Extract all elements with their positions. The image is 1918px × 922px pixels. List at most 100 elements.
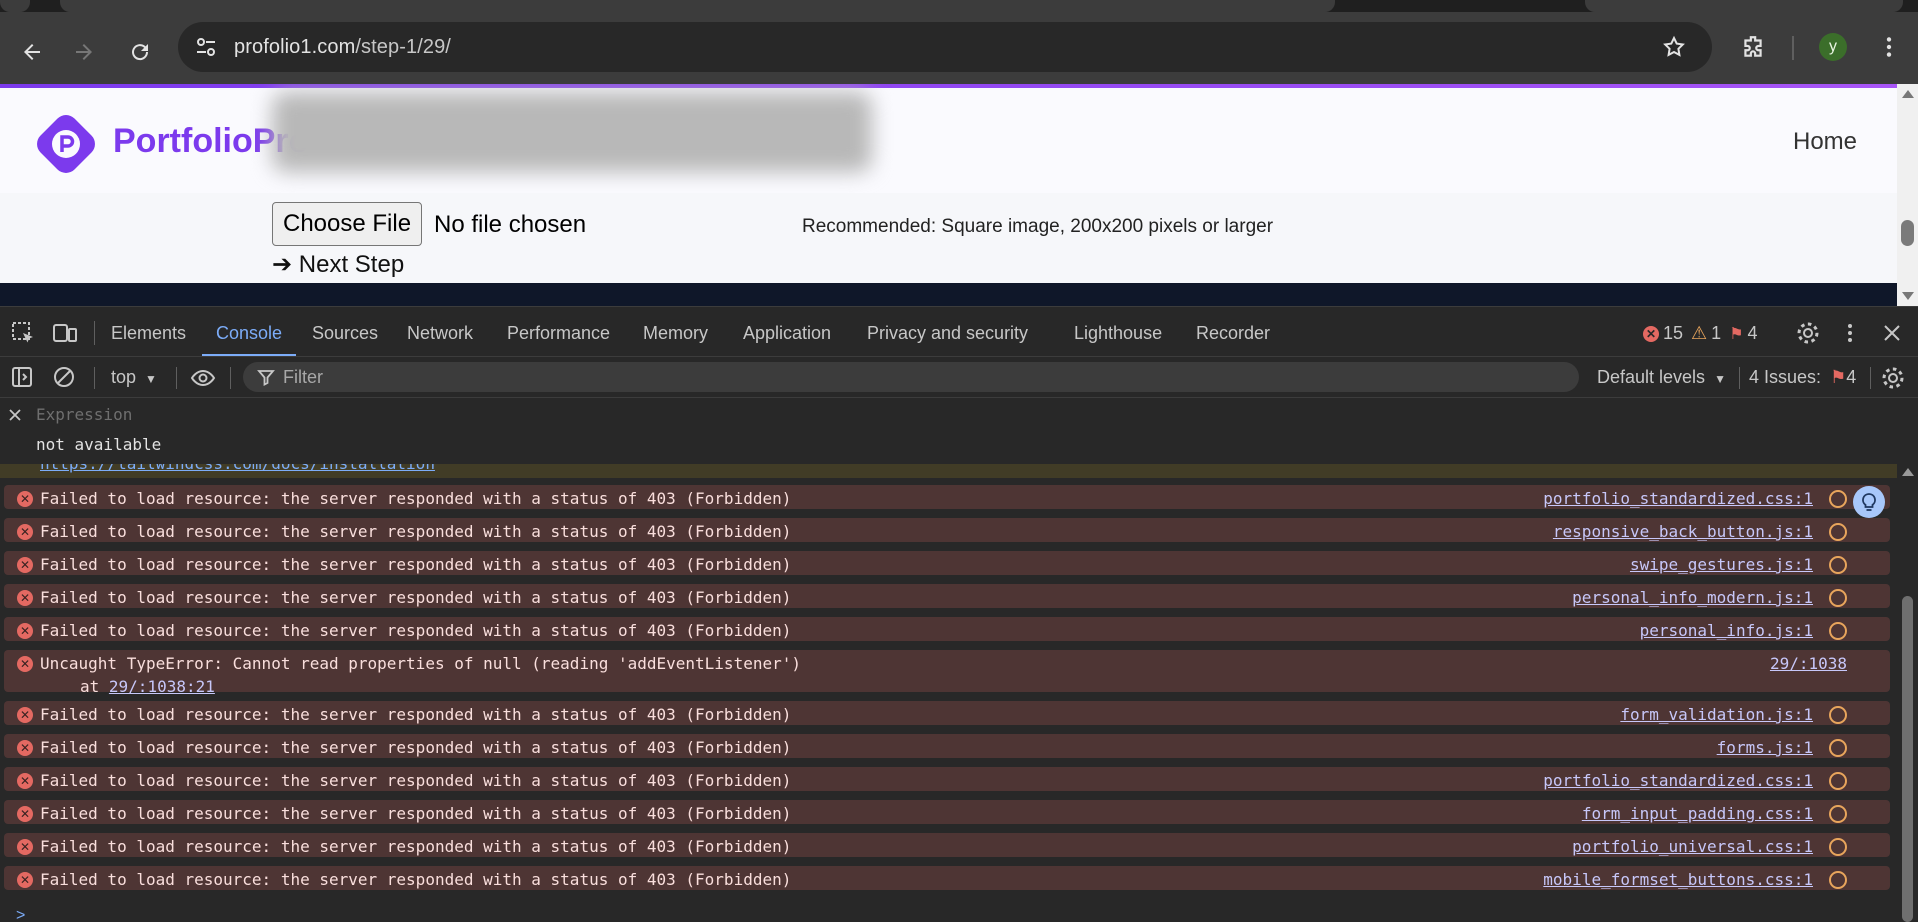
- console-settings-gear-icon[interactable]: [1880, 365, 1906, 391]
- tab-sources[interactable]: Sources: [312, 323, 378, 344]
- network-request-icon[interactable]: [1829, 871, 1847, 889]
- close-icon[interactable]: [1879, 320, 1905, 346]
- more-vert-icon[interactable]: [1876, 34, 1902, 60]
- error-icon: ✕: [17, 839, 33, 855]
- expression-input[interactable]: Expression: [36, 405, 132, 424]
- console-error-row-uncaught[interactable]: ✕ Uncaught TypeError: Cannot read propert…: [4, 650, 1890, 696]
- source-link[interactable]: portfolio_standardized.css:1: [1543, 771, 1813, 790]
- tab-lighthouse[interactable]: Lighthouse: [1074, 323, 1162, 344]
- console-error-row[interactable]: ✕ Failed to load resource: the server res…: [4, 800, 1890, 824]
- stack-link[interactable]: 29/:1038:21: [109, 677, 215, 696]
- site-info-icon[interactable]: [194, 35, 218, 59]
- close-icon[interactable]: [6, 406, 24, 424]
- network-request-icon[interactable]: [1829, 523, 1847, 541]
- source-link[interactable]: swipe_gestures.js:1: [1630, 555, 1813, 574]
- console-scrollbar[interactable]: [1897, 464, 1918, 922]
- source-link[interactable]: portfolio_universal.css:1: [1572, 837, 1813, 856]
- error-message: Failed to load resource: the server resp…: [40, 771, 792, 790]
- scroll-down-arrow[interactable]: [1902, 292, 1914, 300]
- console-error-row[interactable]: ✕ Failed to load resource: the server res…: [4, 734, 1890, 758]
- reload-button[interactable]: [120, 32, 160, 72]
- console-error-row[interactable]: ✕ Failed to load resource: the server res…: [4, 518, 1890, 542]
- filter-input[interactable]: Filter: [243, 362, 1579, 392]
- source-link[interactable]: personal_info.js:1: [1640, 621, 1813, 640]
- page-scroll-thumb[interactable]: [1901, 220, 1914, 246]
- star-icon[interactable]: [1662, 35, 1686, 59]
- issue-count: 4: [1747, 323, 1758, 343]
- nav-home-link[interactable]: Home: [1793, 128, 1857, 156]
- network-request-icon[interactable]: [1829, 739, 1847, 757]
- reload-icon: [132, 44, 149, 61]
- source-link[interactable]: portfolio_standardized.css:1: [1543, 489, 1813, 508]
- console-error-row[interactable]: ✕ Failed to load resource: the server res…: [4, 701, 1890, 725]
- network-request-icon[interactable]: [1829, 805, 1847, 823]
- choose-file-button[interactable]: Choose File: [272, 202, 423, 246]
- log-levels-dropdown[interactable]: Default levels ▼: [1597, 367, 1726, 388]
- eye-icon[interactable]: [190, 365, 216, 391]
- network-request-icon[interactable]: [1829, 490, 1847, 508]
- scroll-up-arrow[interactable]: [1902, 90, 1914, 98]
- error-icon: ✕: [17, 590, 33, 606]
- extensions-icon[interactable]: [1740, 34, 1766, 60]
- tab-recorder[interactable]: Recorder: [1196, 323, 1270, 344]
- source-link[interactable]: personal_info_modern.js:1: [1572, 588, 1813, 607]
- console-scroll-thumb[interactable]: [1902, 596, 1913, 922]
- tab-console[interactable]: Console: [216, 323, 282, 344]
- context-selector[interactable]: top ▼: [111, 367, 157, 388]
- tab-performance[interactable]: Performance: [507, 323, 610, 344]
- network-request-icon[interactable]: [1829, 556, 1847, 574]
- active-tab[interactable]: [60, 0, 1335, 12]
- error-icon: ✕: [17, 557, 33, 573]
- console-error-row[interactable]: ✕ Failed to load resource: the server res…: [4, 866, 1890, 890]
- source-link[interactable]: mobile_formset_buttons.css:1: [1543, 870, 1813, 889]
- clear-console-icon[interactable]: [52, 365, 76, 389]
- network-request-icon[interactable]: [1829, 838, 1847, 856]
- console-error-row[interactable]: ✕ Failed to load resource: the server res…: [4, 551, 1890, 575]
- url-text[interactable]: profolio1.com/step-1/29/: [234, 36, 451, 59]
- console-prompt[interactable]: >: [16, 907, 25, 922]
- inspect-element-icon[interactable]: [10, 320, 36, 346]
- tab-elements[interactable]: Elements: [111, 323, 186, 344]
- source-link[interactable]: form_input_padding.css:1: [1582, 804, 1813, 823]
- tab-privacy-security[interactable]: Privacy and security: [867, 323, 1028, 344]
- address-bar[interactable]: profolio1.com/step-1/29/: [178, 22, 1712, 72]
- source-link[interactable]: responsive_back_button.js:1: [1553, 522, 1813, 541]
- arrow-right-icon: [76, 44, 92, 60]
- device-toolbar-icon[interactable]: [52, 320, 78, 346]
- error-message: Failed to load resource: the server resp…: [40, 555, 792, 574]
- page-scrollbar[interactable]: [1897, 84, 1918, 306]
- network-request-icon[interactable]: [1829, 772, 1847, 790]
- more-vert-icon[interactable]: [1837, 320, 1863, 346]
- ai-insight-button[interactable]: [1853, 486, 1885, 518]
- tab-network[interactable]: Network: [407, 323, 473, 344]
- issues-button[interactable]: 4 Issues: ⚑4: [1749, 367, 1856, 388]
- tab-memory[interactable]: Memory: [643, 323, 708, 344]
- source-link[interactable]: 29/:1038: [1770, 654, 1847, 673]
- console-counts[interactable]: ✕ 15 ⚠ 1 ⚑ 4: [1643, 323, 1758, 344]
- console-error-row[interactable]: ✕ Failed to load resource: the server res…: [4, 584, 1890, 608]
- forward-button[interactable]: [64, 32, 104, 72]
- source-link[interactable]: forms.js:1: [1717, 738, 1813, 757]
- source-link[interactable]: form_validation.js:1: [1620, 705, 1813, 724]
- stack-prefix: at: [80, 677, 109, 696]
- network-request-icon[interactable]: [1829, 706, 1847, 724]
- tab-fragment[interactable]: [0, 0, 30, 12]
- error-message: Uncaught TypeError: Cannot read properti…: [40, 654, 801, 673]
- console-error-row[interactable]: ✕ Failed to load resource: the server res…: [4, 485, 1890, 509]
- gear-icon[interactable]: [1795, 320, 1821, 346]
- console-error-row[interactable]: ✕ Failed to load resource: the server res…: [4, 617, 1890, 641]
- network-request-icon[interactable]: [1829, 622, 1847, 640]
- scroll-up-arrow[interactable]: [1902, 468, 1914, 476]
- logo-icon[interactable]: [28, 106, 104, 182]
- network-request-icon[interactable]: [1829, 589, 1847, 607]
- back-button[interactable]: [12, 32, 52, 72]
- warning-link[interactable]: https://tailwindcss.com/docs/installatio…: [40, 464, 435, 473]
- next-step-button[interactable]: ➔ Next Step: [272, 250, 404, 279]
- sidebar-toggle-icon[interactable]: [10, 365, 34, 389]
- tab-fragment[interactable]: [1585, 0, 1903, 12]
- profile-avatar[interactable]: y: [1819, 33, 1847, 61]
- console-error-row[interactable]: ✕ Failed to load resource: the server res…: [4, 767, 1890, 791]
- stack-frame: at 29/:1038:21: [80, 677, 215, 696]
- console-error-row[interactable]: ✕ Failed to load resource: the server res…: [4, 833, 1890, 857]
- tab-application[interactable]: Application: [743, 323, 831, 344]
